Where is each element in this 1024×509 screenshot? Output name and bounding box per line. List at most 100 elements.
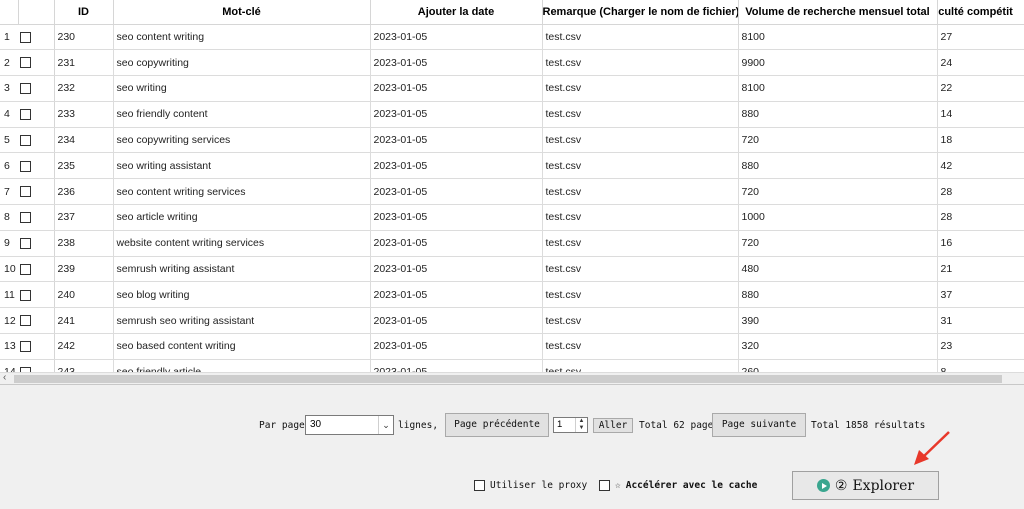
scroll-left-icon[interactable]: ‹ [3, 372, 6, 383]
row-number: 12 [0, 307, 18, 335]
cell-keyword: seo friendly content [113, 101, 371, 128]
cell-date: 2023-01-05 [370, 127, 543, 154]
table-row[interactable]: 7 236 seo content writing services 2023-01-… [0, 178, 1024, 206]
table-row[interactable]: 8 237 seo article writing 2023-01-05 test.cs… [0, 204, 1024, 231]
row-checkbox[interactable] [18, 307, 55, 335]
explorer-button[interactable]: ② Explorer [792, 471, 939, 500]
cell-keyword: seo based content writing [113, 333, 371, 360]
cell-id: 235 [54, 152, 114, 180]
page-number-input[interactable]: 1 ▲ ▼ [553, 417, 588, 433]
row-checkbox[interactable] [18, 256, 55, 283]
row-checkbox[interactable] [18, 333, 55, 360]
table-row[interactable]: 2 231 seo copywriting 2023-01-05 test.csv 990… [0, 49, 1024, 77]
proxy-option[interactable]: Utiliser le proxy [474, 480, 587, 491]
header-id[interactable]: ID [54, 0, 114, 25]
explorer-label: Explorer [852, 477, 915, 494]
row-checkbox[interactable] [18, 49, 55, 77]
proxy-checkbox[interactable] [474, 480, 485, 491]
cell-id: 237 [54, 204, 114, 231]
table-row[interactable]: 11 240 seo blog writing 2023-01-05 test.csv 8… [0, 281, 1024, 309]
checkbox[interactable] [20, 212, 31, 224]
row-checkbox[interactable] [18, 178, 55, 206]
horizontal-scrollbar[interactable]: ‹ [0, 372, 1024, 384]
checkbox[interactable] [20, 134, 31, 146]
checkbox[interactable] [20, 109, 31, 120]
cell-volume: 9900 [738, 49, 938, 77]
spin-down-icon[interactable]: ▼ [579, 425, 585, 431]
row-checkbox[interactable] [18, 152, 55, 180]
header-rownum [0, 0, 19, 25]
row-checkbox[interactable] [18, 127, 55, 154]
annotation-arrow-icon [914, 431, 950, 465]
cell-keyword: seo writing assistant [113, 152, 371, 180]
table-row[interactable]: 3 232 seo writing 2023-01-05 test.csv 8100 22 [0, 75, 1024, 102]
cell-date: 2023-01-05 [370, 49, 543, 77]
cell-keyword: website content writing services [113, 230, 371, 257]
spin-up-icon[interactable]: ▲ [579, 418, 585, 424]
checkbox[interactable] [20, 237, 31, 249]
cell-volume: 1000 [738, 204, 938, 231]
cell-difficulty: 37 [937, 281, 1024, 309]
next-page-button[interactable]: Page suivante [712, 413, 806, 437]
cell-difficulty: 31 [937, 307, 1024, 335]
cache-label: Accélérer avec le cache [625, 480, 758, 491]
cell-date: 2023-01-05 [370, 152, 543, 180]
row-checkbox[interactable] [18, 101, 55, 128]
table-row[interactable]: 13 242 seo based content writing 2023-01-05… [0, 333, 1024, 360]
row-checkbox[interactable] [18, 230, 55, 257]
cell-date: 2023-01-05 [370, 24, 543, 51]
checkbox[interactable] [20, 57, 31, 69]
table-row[interactable]: 5 234 seo copywriting services 2023-01-05 te… [0, 127, 1024, 154]
scrollbar-thumb[interactable] [14, 375, 1002, 383]
row-number: 10 [0, 256, 18, 283]
cell-date: 2023-01-05 [370, 307, 543, 335]
row-checkbox[interactable] [18, 24, 55, 51]
header-volume[interactable]: Volume de recherche mensuel total [738, 0, 938, 25]
table-row[interactable]: 9 238 website content writing services 2023… [0, 230, 1024, 257]
checkbox[interactable] [20, 186, 31, 198]
total-pages-label: Total 62 page [639, 420, 714, 431]
cache-option[interactable]: ☆ Accélérer avec le cache [599, 480, 757, 491]
go-button[interactable]: Aller [593, 418, 633, 433]
row-checkbox[interactable] [18, 75, 55, 102]
header-remark[interactable]: Remarque (Charger le nom de fichier) [542, 0, 739, 25]
table-body: 1 230 seo content writing 2023-01-05 test.cs… [0, 24, 1024, 384]
checkbox[interactable] [20, 315, 31, 327]
lines-label: lignes, [398, 420, 439, 431]
table-row[interactable]: 1 230 seo content writing 2023-01-05 test.cs… [0, 24, 1024, 51]
table-row[interactable]: 6 235 seo writing assistant 2023-01-05 test.… [0, 152, 1024, 180]
checkbox[interactable] [20, 289, 31, 301]
header-date[interactable]: Ajouter la date [370, 0, 543, 25]
keyword-table: ID Mot-clé Ajouter la date Remarque (Cha… [0, 0, 1024, 385]
cell-id: 242 [54, 333, 114, 360]
checkbox[interactable] [20, 341, 31, 353]
cell-difficulty: 23 [937, 333, 1024, 360]
table-row[interactable]: 4 233 seo friendly content 2023-01-05 test.c… [0, 101, 1024, 128]
cache-checkbox[interactable] [599, 480, 610, 491]
row-number: 7 [0, 178, 18, 206]
checkbox[interactable] [20, 263, 31, 275]
table-row[interactable]: 12 241 semrush seo writing assistant 2023-0… [0, 307, 1024, 335]
cell-difficulty: 28 [937, 178, 1024, 206]
row-checkbox[interactable] [18, 204, 55, 231]
header-keyword[interactable]: Mot-clé [113, 0, 371, 25]
cell-remark: test.csv [542, 75, 739, 102]
checkbox[interactable] [20, 83, 31, 95]
row-checkbox[interactable] [18, 281, 55, 309]
cell-date: 2023-01-05 [370, 101, 543, 128]
table-row[interactable]: 10 239 semrush writing assistant 2023-01-05… [0, 256, 1024, 283]
cell-remark: test.csv [542, 178, 739, 206]
spinner-icon[interactable]: ▲ ▼ [575, 418, 587, 432]
prev-page-button[interactable]: Page précédente [445, 413, 549, 437]
checkbox[interactable] [20, 31, 31, 43]
chevron-down-icon[interactable]: ⌄ [378, 416, 393, 434]
row-number: 1 [0, 24, 18, 51]
row-number: 11 [0, 281, 18, 309]
cell-id: 240 [54, 281, 114, 309]
cell-difficulty: 22 [937, 75, 1024, 102]
per-page-select[interactable]: 30 ⌄ [305, 415, 394, 435]
header-difficulty[interactable]: ficulté compétit [937, 0, 1024, 25]
cell-volume: 720 [738, 230, 938, 257]
checkbox[interactable] [20, 160, 31, 172]
cell-date: 2023-01-05 [370, 75, 543, 102]
